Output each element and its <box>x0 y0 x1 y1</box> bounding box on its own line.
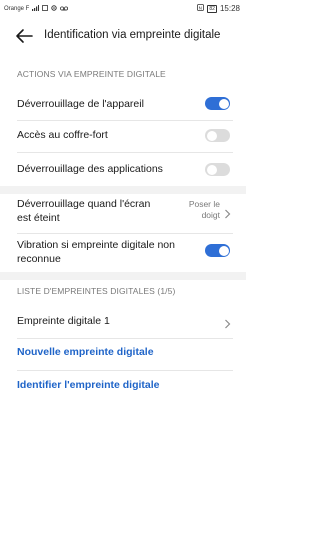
svg-text:N: N <box>199 5 202 10</box>
toggle-knob <box>206 164 217 175</box>
toggle-knob <box>206 130 217 141</box>
identify-fingerprint-link[interactable]: Identifier l'empreinte digitale <box>17 379 160 391</box>
row-label: Déverrouillage quand l'écran est éteint <box>17 197 150 225</box>
section-gap <box>0 186 246 194</box>
screen-off-value: Poser le doigt <box>189 199 220 221</box>
settings-gear-icon <box>51 5 58 13</box>
device-unlock-toggle[interactable] <box>205 97 230 110</box>
signal-icon <box>32 5 40 13</box>
value-line2: doigt <box>201 210 220 220</box>
toggle-knob <box>218 245 229 256</box>
row-label-line1: Vibration si empreinte digitale non <box>17 239 175 251</box>
row-safe-access[interactable]: Accès au coffre-fort <box>0 121 246 149</box>
nfc-icon: N <box>197 4 205 13</box>
row-label-line1: Déverrouillage quand l'écran <box>17 198 151 210</box>
notification-icon <box>42 5 49 13</box>
divider <box>17 338 233 339</box>
carrier-name: Orange F <box>4 6 30 12</box>
row-app-unlock[interactable]: Déverrouillage des applications <box>0 153 246 183</box>
row-device-unlock[interactable]: Déverrouillage de l'appareil <box>0 90 246 118</box>
back-arrow-icon[interactable] <box>14 28 34 44</box>
chevron-right-icon <box>224 316 231 329</box>
row-label: Déverrouillage de l'appareil <box>17 98 144 110</box>
app-bar: Identification via empreinte digitale <box>0 20 246 54</box>
voicemail-icon <box>60 5 69 13</box>
chevron-right-icon <box>224 206 231 219</box>
section-gap <box>0 272 246 280</box>
row-label: Accès au coffre-fort <box>17 129 108 141</box>
new-fingerprint-link[interactable]: Nouvelle empreinte digitale <box>17 346 154 358</box>
status-right: N 82 15:28 <box>197 4 240 13</box>
status-left: Orange F <box>4 5 69 13</box>
vibration-toggle[interactable] <box>205 244 230 257</box>
row-label: Empreinte digitale 1 <box>17 315 110 327</box>
value-line1: Poser le <box>188 199 220 209</box>
page-title: Identification via empreinte digitale <box>44 29 221 41</box>
section-header-list: LISTE D'EMPREINTES DIGITALES (1/5) <box>17 286 176 296</box>
battery-icon: 82 <box>207 4 217 13</box>
row-label: Vibration si empreinte digitale non reco… <box>17 238 175 266</box>
divider <box>17 370 233 371</box>
clock: 15:28 <box>219 4 240 13</box>
row-label-line2: reconnue <box>17 253 61 265</box>
safe-access-toggle[interactable] <box>205 129 230 142</box>
section-header-actions: ACTIONS VIA EMPREINTE DIGITALE <box>17 69 166 79</box>
app-unlock-toggle[interactable] <box>205 163 230 176</box>
row-fingerprint-1[interactable]: Empreinte digitale 1 <box>0 306 246 336</box>
toggle-knob <box>218 98 229 109</box>
row-label-line2: est éteint <box>17 212 60 224</box>
row-label: Déverrouillage des applications <box>17 163 163 175</box>
status-bar: Orange F N 82 15:28 <box>0 0 246 16</box>
row-vibration[interactable]: Vibration si empreinte digitale non reco… <box>0 234 246 270</box>
row-screen-off-unlock[interactable]: Déverrouillage quand l'écran est éteint … <box>0 194 246 232</box>
